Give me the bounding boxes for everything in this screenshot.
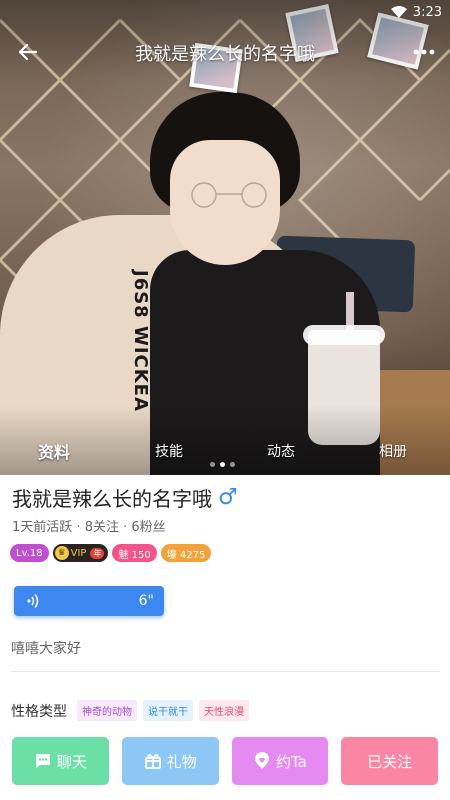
chat-button[interactable]: 聊天 [12, 737, 109, 785]
more-dots-icon [413, 49, 435, 55]
voice-intro-button[interactable]: 6" [14, 586, 164, 616]
user-bio: 嘻嘻大家好 [11, 641, 81, 657]
meta-separator: · [118, 520, 132, 535]
personality-tag: 神奇的动物 [77, 700, 137, 721]
carousel-dot-active [220, 462, 225, 467]
personality-row: 性格类型 神奇的动物 说干就干 天性浪漫 [11, 700, 249, 721]
last-active: 1天前活跃 [12, 520, 73, 535]
crown-icon: ♛ [54, 546, 69, 560]
gift-button[interactable]: 礼物 [121, 737, 219, 785]
charm-badge: 魅 150 [112, 544, 157, 562]
carousel-indicator [210, 462, 235, 467]
user-stats: 1天前活跃 · 8关注 · 6粉丝 [12, 516, 166, 535]
personality-tag: 天性浪漫 [199, 700, 249, 721]
action-bar: 聊天 礼物 约Ta 已关注 [12, 737, 438, 785]
status-bar: 3:23 [390, 0, 442, 24]
status-time: 3:23 [412, 4, 442, 20]
page-title: 我就是辣么长的名字哦 [135, 44, 315, 65]
badge-row: Lv.18 ♛ VIP 年 魅 150 壕 4275 [10, 544, 212, 562]
male-icon: ♂ [218, 484, 238, 510]
name-row: 我就是辣么长的名字哦 ♂ [12, 483, 238, 512]
level-badge: Lv.18 [10, 544, 49, 562]
tab-profile-info[interactable]: 资料 [38, 439, 70, 463]
top-bar: 我就是辣么长的名字哦 [0, 30, 450, 74]
location-heart-icon [254, 752, 269, 769]
vip-label: VIP [70, 547, 87, 559]
profile-tabs: 资料 技能 动态 相册 [0, 437, 450, 463]
chat-label: 聊天 [56, 752, 87, 771]
follow-button[interactable]: 已关注 [341, 737, 438, 785]
photo-cup-lid [303, 325, 385, 345]
gift-icon [144, 754, 161, 769]
back-button[interactable] [14, 38, 42, 66]
sound-wave-icon [27, 594, 39, 608]
divider [11, 671, 440, 672]
meta-separator: · [72, 520, 85, 535]
user-name: 我就是辣么长的名字哦 [12, 487, 212, 511]
personality-tag: 说干就干 [143, 700, 193, 721]
tab-album[interactable]: 相册 [379, 441, 407, 461]
date-label: 约Ta [275, 752, 307, 771]
gift-label: 礼物 [166, 752, 197, 771]
tab-skills[interactable]: 技能 [155, 441, 183, 461]
vip-badge: ♛ VIP 年 [52, 544, 109, 562]
wifi-icon [390, 6, 407, 18]
fans-count[interactable]: 6粉丝 [131, 520, 165, 535]
following-count[interactable]: 8关注 [85, 520, 119, 535]
more-button[interactable] [410, 38, 438, 66]
arrow-left-icon [18, 43, 38, 61]
photo-glasses [191, 182, 267, 208]
follow-label: 已关注 [367, 752, 413, 771]
wealth-badge: 壕 4275 [160, 544, 212, 562]
personality-label: 性格类型 [11, 703, 67, 720]
carousel-dot [230, 462, 235, 467]
chat-bubble-icon [35, 754, 50, 768]
voice-duration: 6" [138, 593, 154, 609]
vip-year-tag: 年 [90, 547, 105, 559]
photo-hoodie-lettering: J6S8 WICKEA [130, 270, 151, 412]
date-button[interactable]: 约Ta [231, 737, 329, 785]
carousel-dot [210, 462, 215, 467]
tab-moments[interactable]: 动态 [267, 441, 295, 461]
